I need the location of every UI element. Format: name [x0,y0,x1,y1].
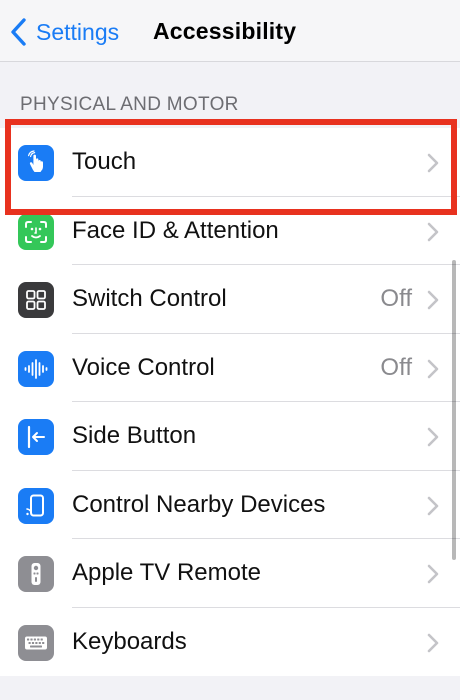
row-apple-tv-remote[interactable]: Apple TV Remote [0,539,460,608]
voice-control-icon [18,350,54,387]
scroll-indicator[interactable] [452,260,456,560]
row-label: Apple TV Remote [72,559,261,586]
row-touch[interactable]: Touch [0,128,460,197]
row-switch-control[interactable]: Switch Control Off [0,265,460,334]
section-header: PHYSICAL AND MOTOR [20,94,239,115]
chevron-left-icon [11,18,26,46]
face-id-icon [18,213,54,250]
row-value: Off [380,285,412,312]
row-label: Voice Control [72,353,215,381]
chevron-right-icon [427,153,439,173]
chevron-right-icon [427,359,439,378]
row-label: Face ID & Attention [72,216,279,244]
chevron-right-icon [427,290,439,310]
side-button-icon [18,419,54,455]
row-label: Side Button [72,422,197,449]
row-voice-control[interactable]: Voice Control Off [0,334,460,402]
row-label: Keyboards [72,627,187,655]
row-face-id-attention[interactable]: Face ID & Attention [0,197,460,265]
chevron-right-icon [427,496,439,515]
chevron-right-icon [427,633,439,652]
nearby-devices-icon [18,487,54,524]
keyboard-icon [18,624,54,661]
tv-remote-icon [18,556,54,592]
back-button[interactable]: Settings [8,12,119,52]
switch-control-icon [18,282,54,318]
row-control-nearby-devices[interactable]: Control Nearby Devices [0,471,460,539]
list-footer-gap [0,676,460,700]
chevron-right-icon [427,222,439,241]
hand-tap-icon [18,145,54,181]
page-title: Accessibility [153,18,297,44]
navigation-bar: Settings Accessibility [0,0,460,62]
row-value: Off [380,353,412,381]
row-label: Switch Control [72,285,227,312]
row-keyboards[interactable]: Keyboards [0,608,460,677]
settings-list: Touch Face ID & Attention Switch Control… [0,128,460,676]
row-side-button[interactable]: Side Button [0,402,460,471]
row-label: Control Nearby Devices [72,490,326,518]
back-button-label: Settings [36,18,120,45]
row-label: Touch [72,148,137,175]
chevron-right-icon [427,427,439,447]
chevron-right-icon [427,564,439,584]
